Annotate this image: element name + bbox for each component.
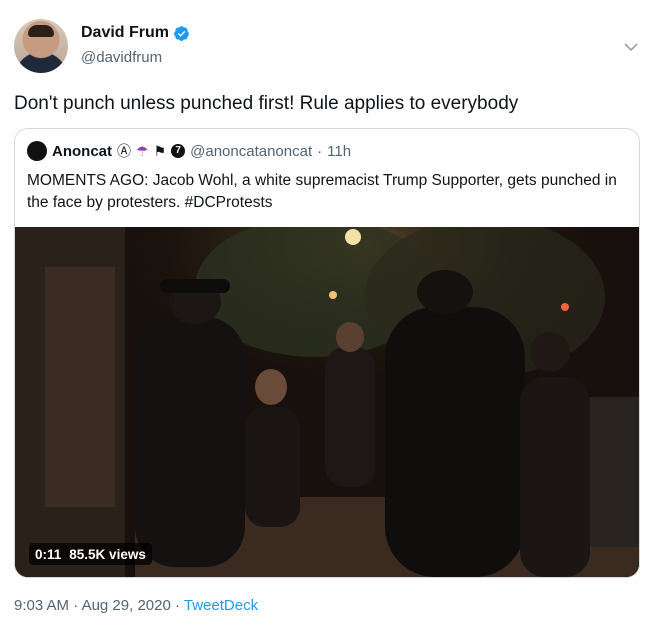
umbrella-icon: ☂	[136, 143, 149, 159]
quoted-timestamp[interactable]: 11h	[327, 143, 351, 160]
author-name-row: David Frum	[81, 24, 190, 42]
author-handle[interactable]: @davidfrum	[81, 49, 162, 66]
video-frame-image	[15, 227, 639, 577]
tweet-time[interactable]: 9:03 AM	[14, 597, 69, 614]
video-stats-badge: 0:11 85.5K views	[29, 543, 152, 565]
video-views: 85.5K views	[69, 546, 146, 562]
meta-separator: ·	[73, 597, 79, 614]
video-player[interactable]: 0:11 85.5K views	[15, 227, 639, 577]
quoted-author-name[interactable]: Anoncat	[52, 143, 112, 160]
number-seven-icon: 7	[171, 144, 186, 158]
separator-dot: ·	[317, 142, 323, 160]
quoted-author-handle[interactable]: @anoncatanoncat	[190, 143, 312, 160]
black-flag-icon: ⚑	[153, 143, 167, 159]
tweet-date[interactable]: Aug 29, 2020	[82, 597, 171, 614]
video-duration: 0:11	[35, 546, 62, 562]
author-name[interactable]: David Frum	[81, 24, 169, 42]
quoted-author-avatar[interactable]	[27, 141, 47, 161]
quoted-tweet[interactable]: Anoncat Ⓐ ☂ ⚑ 7 @anoncatanoncat · 11h MO…	[14, 128, 640, 578]
tweet-meta: 9:03 AM · Aug 29, 2020 · TweetDeck	[14, 597, 258, 614]
author-avatar[interactable]	[14, 19, 68, 73]
verified-badge-icon	[174, 25, 189, 41]
anarchy-icon: Ⓐ	[117, 143, 131, 159]
tweet-source-link[interactable]: TweetDeck	[184, 597, 258, 614]
tweet-text: Don't punch unless punched first! Rule a…	[14, 93, 519, 114]
chevron-down-icon[interactable]	[622, 38, 640, 56]
meta-separator: ·	[174, 597, 180, 614]
tweet-header: David Frum @davidfrum	[14, 17, 644, 77]
quoted-tweet-text: MOMENTS AGO: Jacob Wohl, a white suprema…	[27, 172, 617, 211]
quoted-tweet-header: Anoncat Ⓐ ☂ ⚑ 7 @anoncatanoncat · 11h	[27, 141, 351, 161]
